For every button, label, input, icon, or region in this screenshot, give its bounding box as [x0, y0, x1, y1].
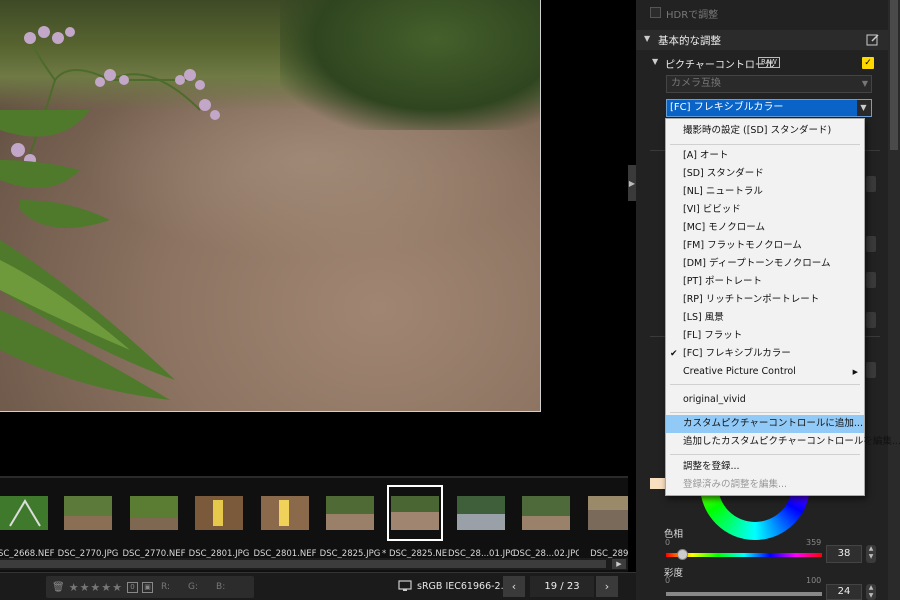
- menu-item-deep-tone-monochrome[interactable]: [DM] ディープトーンモノクローム: [666, 255, 864, 273]
- panel-scrollbar[interactable]: [888, 0, 900, 600]
- b-value-label: B:: [216, 582, 226, 592]
- picture-control-select[interactable]: [FC] フレキシブルカラー ▼: [666, 99, 872, 117]
- label-tag-icon[interactable]: 0: [127, 581, 139, 593]
- menu-item-standard[interactable]: [SD] スタンダード: [666, 165, 864, 183]
- menu-separator: [670, 144, 860, 145]
- leaves-illustration: [0, 110, 175, 400]
- basic-adjustments-label: 基本的な調整: [658, 35, 721, 47]
- thumbnail[interactable]: [326, 496, 374, 530]
- chevron-down-icon[interactable]: ▼: [857, 101, 870, 115]
- thumbnail[interactable]: [457, 496, 505, 530]
- hdr-row: HDRで調整: [636, 4, 888, 22]
- hue-spin-button[interactable]: ▲ ▼: [866, 545, 876, 563]
- monitor-icon: [398, 580, 412, 591]
- hue-slider-handle[interactable]: [677, 549, 688, 560]
- menu-item-vivid[interactable]: [VI] ビビッド: [666, 201, 864, 219]
- panel-scrollbar-thumb[interactable]: [890, 0, 898, 150]
- saturation-spin-button[interactable]: ▲ ▼: [866, 584, 876, 600]
- raw-badge: RAW: [758, 57, 780, 68]
- menu-item-edit-added-custom-picture-control[interactable]: 追加したカスタムピクチャーコントロールを編集...: [666, 433, 900, 451]
- r-value-label: R:: [161, 582, 171, 592]
- panel-collapse-handle[interactable]: ▶: [628, 165, 636, 201]
- checkmark-icon: ✔: [670, 349, 678, 359]
- edit-icon[interactable]: [866, 33, 880, 47]
- hdr-label: HDRで調整: [666, 10, 719, 21]
- menu-separator: [670, 412, 860, 413]
- picture-control-checkbox[interactable]: ✓: [862, 57, 874, 69]
- camera-compat-select[interactable]: カメラ互換 ▼: [666, 75, 872, 93]
- menu-item-register-adjustment[interactable]: 調整を登録...: [666, 458, 864, 476]
- filmstrip-scrollbar-thumb[interactable]: [0, 560, 606, 568]
- g-value-label: G:: [188, 582, 199, 592]
- menu-item-flat-monochrome[interactable]: [FM] フラットモノクローム: [666, 237, 864, 255]
- status-bar: 🗑 ★★★★★ 0 ▣ R: G: B: sRGB IEC61966-2.1 ‹…: [0, 572, 636, 600]
- menu-item-flat[interactable]: [FL] フラット: [666, 327, 864, 345]
- menu-item-portrait[interactable]: [PT] ポートレート: [666, 273, 864, 291]
- menu-item-neutral[interactable]: [NL] ニュートラル: [666, 183, 864, 201]
- hue-value-input[interactable]: 38: [826, 545, 862, 563]
- basic-adjustments-header[interactable]: ▼ 基本的な調整: [636, 30, 888, 50]
- picture-control-select-value: [FC] フレキシブルカラー: [667, 100, 857, 116]
- scroll-right-arrow-icon[interactable]: ▶: [612, 559, 626, 569]
- image-viewer: [0, 0, 628, 476]
- collapse-arrow-icon[interactable]: ▼: [644, 34, 650, 43]
- thumbnail[interactable]: [195, 496, 243, 530]
- color-profile-label: sRGB IEC61966-2.1: [417, 581, 510, 592]
- spin-button[interactable]: [866, 272, 876, 288]
- saturation-min: 0: [665, 576, 671, 585]
- menu-separator: [670, 384, 860, 385]
- menu-item-landscape[interactable]: [LS] 風景: [666, 309, 864, 327]
- spin-button[interactable]: [866, 312, 876, 328]
- thumbnail[interactable]: [130, 496, 178, 530]
- thumbnail[interactable]: [588, 496, 628, 530]
- saturation-value-input[interactable]: 24: [826, 584, 862, 600]
- hue-slider-track[interactable]: [666, 553, 822, 557]
- menu-item-edit-registered-adjustment: 登録済みの調整を編集...: [683, 479, 788, 490]
- chevron-down-icon: ▼: [861, 79, 868, 88]
- picture-control-header[interactable]: ▼ ピクチャーコントロール RAW ✓: [636, 54, 888, 72]
- star-rating[interactable]: ★★★★★: [69, 581, 123, 594]
- spin-button[interactable]: [866, 236, 876, 252]
- image-counter: 19 / 23: [530, 576, 594, 597]
- menu-item-creative-picture-control[interactable]: Creative Picture Control ▶: [666, 363, 864, 381]
- thumbnail[interactable]: [64, 496, 112, 530]
- menu-item-auto[interactable]: [A] オート: [666, 147, 864, 165]
- hue-min: 0: [665, 538, 671, 547]
- filmstrip-scrollbar[interactable]: ▶: [0, 558, 628, 570]
- dropdown-arrow[interactable]: [866, 362, 876, 378]
- thumbnail[interactable]: [522, 496, 570, 530]
- saturation-slider-track[interactable]: [666, 592, 822, 596]
- protect-icon[interactable]: ▣: [142, 581, 154, 593]
- previous-button[interactable]: ‹: [503, 576, 525, 597]
- thumbnail-selected[interactable]: [391, 496, 439, 530]
- next-button[interactable]: ›: [596, 576, 618, 597]
- thumbnail[interactable]: [261, 496, 309, 530]
- filmstrip: DSC_2668.NEF DSC_2770.JPG DSC_2770.NEF D…: [0, 476, 628, 572]
- spin-button[interactable]: [866, 176, 876, 192]
- menu-separator: [670, 454, 860, 455]
- trash-icon[interactable]: 🗑: [52, 582, 65, 593]
- menu-item-original-vivid[interactable]: original_vivid: [666, 391, 864, 409]
- rating-group: 🗑 ★★★★★ 0 ▣ R: G: B:: [46, 576, 254, 598]
- saturation-max: 100: [806, 576, 822, 585]
- menu-item-shooting-settings[interactable]: 撮影時の設定 ([SD] スタンダード): [666, 122, 864, 140]
- menu-item-flexible-color[interactable]: ✔ [FC] フレキシブルカラー: [666, 345, 864, 363]
- photo-preview[interactable]: [0, 0, 541, 412]
- submenu-arrow-icon: ▶: [852, 368, 858, 376]
- menu-item-monochrome[interactable]: [MC] モノクローム: [666, 219, 864, 237]
- hue-max: 359: [806, 538, 822, 547]
- camera-compat-value: カメラ互換: [671, 78, 721, 89]
- collapse-arrow-icon[interactable]: ▼: [652, 57, 658, 66]
- menu-item-add-custom-picture-control[interactable]: カスタムピクチャーコントロールに追加...: [666, 415, 864, 433]
- picture-control-menu: 撮影時の設定 ([SD] スタンダード) [A] オート [SD] スタンダード…: [665, 118, 900, 496]
- hdr-checkbox[interactable]: [650, 7, 661, 18]
- thumbnail[interactable]: [0, 496, 48, 530]
- menu-item-rich-tone-portrait[interactable]: [RP] リッチトーンポートレート: [666, 291, 864, 309]
